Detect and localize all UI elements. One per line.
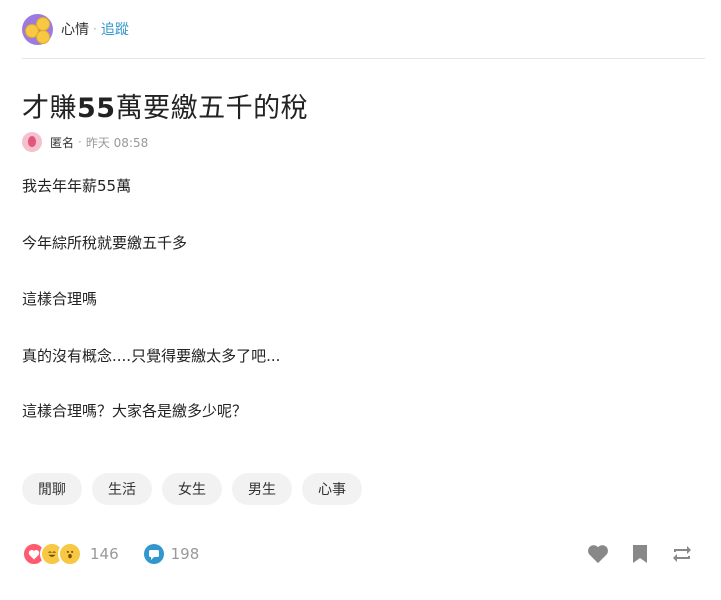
comment-count: 198 — [170, 545, 200, 563]
post-paragraph: 今年綜所稅就要繳五千多 — [22, 234, 188, 252]
post-actions — [587, 543, 693, 565]
post-time: 昨天 08:58 — [85, 135, 149, 150]
forum-name[interactable]: 心情 — [61, 19, 89, 39]
heart-icon[interactable] — [587, 543, 609, 565]
emoji-icon — [36, 16, 50, 31]
post-stats: 146 198 — [22, 541, 199, 567]
title-number: 55 — [77, 93, 116, 124]
author-line: 匿名 · 昨天 08:58 — [22, 132, 148, 152]
share-icon[interactable] — [671, 543, 693, 565]
post-paragraph: 真的沒有概念....只覺得要繳太多了吧... — [22, 347, 281, 365]
wow-icon — [58, 542, 82, 566]
tag-list: 閒聊 生活 女生 男生 心事 — [22, 473, 362, 505]
author-avatar[interactable] — [22, 132, 42, 152]
title-suffix: 萬要繳五千的稅 — [115, 93, 309, 124]
author-name[interactable]: 匿名 — [50, 134, 74, 151]
title-prefix: 才賺 — [22, 93, 77, 124]
header-divider — [22, 58, 705, 59]
post-paragraph: 我去年年薪55萬 — [22, 177, 132, 195]
reaction-count: 146 — [90, 545, 119, 563]
tag-female[interactable]: 女生 — [162, 473, 222, 505]
separator-dot: · — [78, 135, 82, 149]
emoji-icon — [36, 29, 50, 44]
tag-life[interactable]: 生活 — [92, 473, 152, 505]
bookmark-icon[interactable] — [629, 543, 651, 565]
follow-button[interactable]: 追蹤 — [101, 19, 129, 39]
tag-chat[interactable]: 閒聊 — [22, 473, 82, 505]
separator-dot: · — [93, 22, 97, 36]
reaction-summary[interactable] — [22, 542, 82, 566]
forum-avatar[interactable] — [22, 13, 53, 45]
tag-male[interactable]: 男生 — [232, 473, 292, 505]
post-paragraph: 這樣合理嗎 — [22, 290, 98, 308]
tag-heart-matters[interactable]: 心事 — [302, 473, 362, 505]
post-title: 才賺55萬要繳五千的稅 — [22, 86, 308, 125]
forum-header: 心情 · 追蹤 — [22, 13, 129, 45]
post-paragraph: 這樣合理嗎？大家各是繳多少呢？ — [22, 402, 248, 420]
comment-icon[interactable] — [143, 543, 165, 565]
